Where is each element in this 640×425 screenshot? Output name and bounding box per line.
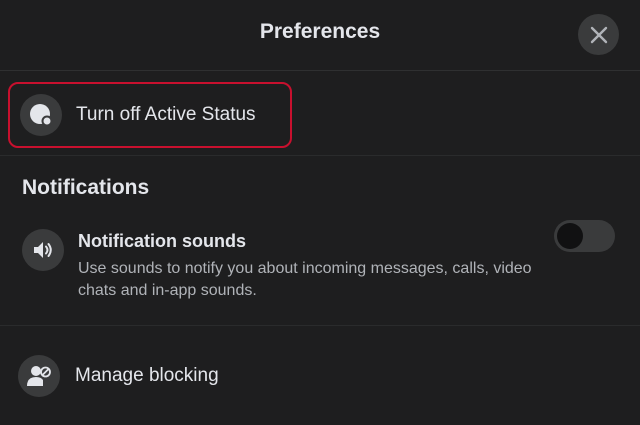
speaker-icon bbox=[34, 242, 52, 258]
block-user-icon bbox=[27, 366, 51, 386]
notification-sounds-title: Notification sounds bbox=[78, 231, 246, 251]
active-status-icon-wrapper bbox=[20, 94, 62, 136]
close-icon bbox=[590, 26, 607, 43]
manage-blocking-label: Manage blocking bbox=[75, 365, 219, 386]
manage-blocking-button[interactable]: Manage blocking bbox=[0, 340, 640, 412]
divider bbox=[0, 325, 640, 326]
active-status-icon bbox=[30, 104, 53, 127]
preferences-dialog: Preferences Turn off Active Status Notif… bbox=[0, 0, 640, 425]
active-status-label: Turn off Active Status bbox=[76, 104, 256, 125]
notification-sounds-toggle[interactable] bbox=[554, 220, 615, 252]
toggle-knob bbox=[557, 223, 583, 249]
turn-off-active-status-button[interactable]: Turn off Active Status bbox=[8, 82, 292, 148]
dialog-header: Preferences bbox=[0, 0, 640, 71]
block-user-icon-wrapper bbox=[18, 355, 60, 397]
dialog-title: Preferences bbox=[259, 20, 381, 43]
speaker-icon-wrapper bbox=[22, 229, 64, 271]
divider bbox=[0, 155, 640, 156]
close-button[interactable] bbox=[578, 14, 619, 55]
notification-sounds-description: Use sounds to notify you about incoming … bbox=[78, 260, 532, 299]
notifications-section-title: Notifications bbox=[22, 176, 150, 199]
